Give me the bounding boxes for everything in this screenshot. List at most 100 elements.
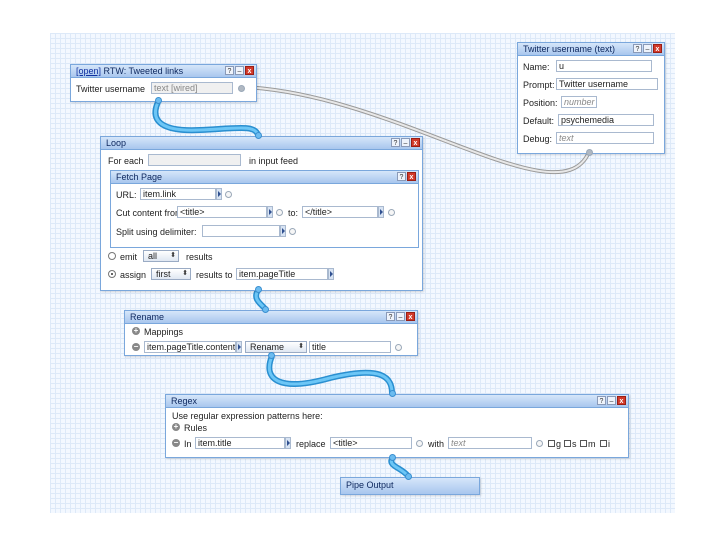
minimize-icon[interactable]: – bbox=[235, 66, 244, 75]
close-icon[interactable]: x bbox=[407, 172, 416, 181]
pipe-output-module[interactable]: Pipe Output bbox=[340, 477, 480, 495]
fetch-page-submodule[interactable]: Fetch Page ? x URL: item.link Cut conten… bbox=[110, 170, 419, 248]
module-title: Twitter username (text) bbox=[523, 44, 616, 54]
help-icon[interactable]: ? bbox=[225, 66, 234, 75]
help-icon[interactable]: ? bbox=[386, 312, 395, 321]
help-icon[interactable]: ? bbox=[597, 396, 606, 405]
assign-target-menu-button[interactable] bbox=[328, 268, 334, 280]
replace-port[interactable] bbox=[416, 440, 423, 447]
help-icon[interactable]: ? bbox=[391, 138, 400, 147]
prompt-field[interactable]: Twitter username bbox=[556, 78, 658, 90]
regex-module[interactable]: Regex ? – x Use regular expression patte… bbox=[165, 394, 629, 458]
add-rule-icon[interactable]: + bbox=[172, 423, 180, 431]
debug-field[interactable]: text bbox=[556, 132, 654, 144]
rules-label: Rules bbox=[184, 423, 208, 433]
username-input-port[interactable] bbox=[238, 85, 245, 92]
module-title: Regex bbox=[171, 396, 198, 406]
module-header[interactable]: Loop ? – x bbox=[101, 137, 422, 150]
split-delimiter-field[interactable] bbox=[202, 225, 280, 237]
rename-input-port[interactable] bbox=[262, 306, 269, 313]
close-icon[interactable]: x bbox=[617, 396, 626, 405]
help-icon[interactable]: ? bbox=[633, 44, 642, 53]
rename-output-port[interactable] bbox=[268, 352, 275, 359]
remove-mapping-icon[interactable]: − bbox=[132, 343, 140, 351]
username-output-port[interactable] bbox=[586, 149, 593, 156]
replace-field[interactable]: <title> bbox=[330, 437, 412, 449]
cut-from-menu-button[interactable] bbox=[267, 206, 273, 218]
assign-select-value: first bbox=[156, 269, 171, 279]
with-field[interactable]: text bbox=[448, 437, 532, 449]
submodule-header[interactable]: Fetch Page ? x bbox=[111, 171, 418, 184]
loop-module[interactable]: Loop ? – x For each in input feed Fetch … bbox=[100, 136, 423, 291]
close-icon[interactable]: x bbox=[406, 312, 415, 321]
mappings-label: Mappings bbox=[144, 327, 184, 337]
url-port[interactable] bbox=[225, 191, 232, 198]
open-link[interactable]: [open] bbox=[76, 66, 101, 76]
flag-i-checkbox[interactable] bbox=[600, 440, 607, 447]
regex-input-port[interactable] bbox=[389, 390, 396, 397]
minimize-icon[interactable]: – bbox=[643, 44, 652, 53]
remove-rule-icon[interactable]: − bbox=[172, 439, 180, 447]
default-field[interactable]: psychemedia bbox=[558, 114, 654, 126]
cut-to-menu-button[interactable] bbox=[378, 206, 384, 218]
rtw-output-port[interactable] bbox=[155, 97, 162, 104]
loop-module-dropzone[interactable] bbox=[148, 154, 241, 166]
cut-to-field[interactable]: </title> bbox=[302, 206, 378, 218]
emit-radio[interactable] bbox=[108, 252, 116, 260]
assign-target-field[interactable]: item.pageTitle bbox=[236, 268, 328, 280]
loop-input-port[interactable] bbox=[255, 132, 262, 139]
url-field[interactable]: item.link bbox=[140, 188, 216, 200]
url-field-menu-button[interactable] bbox=[216, 188, 222, 200]
help-icon[interactable]: ? bbox=[397, 172, 406, 181]
select-arrows-icon: ⬍ bbox=[170, 252, 176, 259]
module-header[interactable]: Regex ? – x bbox=[166, 395, 628, 408]
module-header[interactable]: Rename ? – x bbox=[125, 311, 417, 324]
debug-label: Debug: bbox=[523, 134, 553, 144]
close-icon[interactable]: x bbox=[653, 44, 662, 53]
position-label: Position: bbox=[523, 98, 558, 108]
rtw-subpipe-module[interactable]: [open] RTW: Tweeted links ? – x Twitter … bbox=[70, 64, 257, 102]
module-header[interactable]: Pipe Output bbox=[341, 478, 479, 494]
close-icon[interactable]: x bbox=[411, 138, 420, 147]
flag-g-checkbox[interactable] bbox=[548, 440, 555, 447]
cut-from-field[interactable]: <title> bbox=[177, 206, 267, 218]
output-input-port[interactable] bbox=[405, 473, 412, 480]
module-header[interactable]: Twitter username (text) ? – x bbox=[518, 43, 664, 56]
regex-output-port[interactable] bbox=[389, 454, 396, 461]
username-wired-field[interactable]: text [wired] bbox=[151, 82, 233, 94]
with-port[interactable] bbox=[536, 440, 543, 447]
loop-output-port[interactable] bbox=[255, 286, 262, 293]
mapping-operation-select[interactable]: Rename ⬍ bbox=[245, 341, 307, 353]
minimize-icon[interactable]: – bbox=[607, 396, 616, 405]
submodule-title: Fetch Page bbox=[116, 172, 163, 182]
split-delimiter-port[interactable] bbox=[289, 228, 296, 235]
flag-m-checkbox[interactable] bbox=[580, 440, 587, 447]
regex-in-field[interactable]: item.title bbox=[195, 437, 285, 449]
regex-in-menu-button[interactable] bbox=[285, 437, 291, 449]
minimize-icon[interactable]: – bbox=[401, 138, 410, 147]
rename-module[interactable]: Rename ? – x + Mappings − item.pageTitle… bbox=[124, 310, 418, 356]
assign-radio[interactable] bbox=[108, 270, 116, 278]
mapping-source-field[interactable]: item.pageTitle.content bbox=[144, 341, 236, 353]
add-mapping-icon[interactable]: + bbox=[132, 327, 140, 335]
flag-s-checkbox[interactable] bbox=[564, 440, 571, 447]
mapping-target-field[interactable]: title bbox=[309, 341, 391, 353]
assign-select[interactable]: first ⬍ bbox=[151, 268, 191, 280]
position-field[interactable]: number bbox=[561, 96, 597, 108]
mapping-target-port[interactable] bbox=[395, 344, 402, 351]
split-delimiter-label: Split using delimiter: bbox=[116, 227, 197, 237]
close-icon[interactable]: x bbox=[245, 66, 254, 75]
emit-select[interactable]: all ⬍ bbox=[143, 250, 179, 262]
cut-to-port[interactable] bbox=[388, 209, 395, 216]
cut-from-port[interactable] bbox=[276, 209, 283, 216]
default-label: Default: bbox=[523, 116, 555, 126]
results-label: results bbox=[186, 252, 213, 262]
name-field[interactable]: u bbox=[556, 60, 652, 72]
minimize-icon[interactable]: – bbox=[396, 312, 405, 321]
split-delimiter-menu-button[interactable] bbox=[280, 225, 286, 237]
url-label: URL: bbox=[116, 190, 137, 200]
mapping-source-menu-button[interactable] bbox=[236, 341, 242, 353]
module-header[interactable]: [open] RTW: Tweeted links ? – x bbox=[71, 65, 256, 78]
module-title: Loop bbox=[106, 138, 127, 148]
twitter-username-module[interactable]: Twitter username (text) ? – x Name: u Pr… bbox=[517, 42, 665, 154]
